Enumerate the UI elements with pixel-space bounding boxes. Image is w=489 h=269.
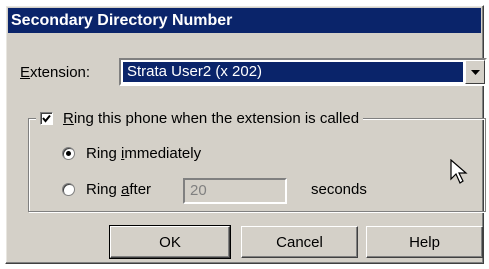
seconds-label: seconds <box>311 181 367 198</box>
ring-after-option[interactable]: Ring after <box>62 181 151 198</box>
secondary-directory-number-dialog: Secondary Directory Number Extension: St… <box>5 5 487 264</box>
ring-phone-checkbox[interactable] <box>40 111 53 125</box>
ring-phone-checkbox-row[interactable]: Ring this phone when the extension is ca… <box>36 108 364 128</box>
ring-after-seconds-input[interactable]: 20 <box>183 178 287 204</box>
ring-after-radio[interactable] <box>62 183 75 196</box>
extension-selected-value: Strata User2 (x 202) <box>123 62 463 82</box>
ok-button[interactable]: OK <box>109 225 231 259</box>
help-button[interactable]: Help <box>366 226 483 258</box>
ring-immediately-radio[interactable] <box>62 147 75 160</box>
extension-label: Extension: <box>20 64 91 81</box>
chevron-down-icon <box>470 69 480 75</box>
ring-after-label: Ring after <box>86 181 152 198</box>
mouse-pointer-icon <box>450 159 468 184</box>
ring-immediately-label: Ring immediately <box>86 145 202 162</box>
cancel-button[interactable]: Cancel <box>241 226 358 258</box>
checkmark-icon <box>42 114 51 123</box>
ring-phone-label: Ring this phone when the extension is ca… <box>63 109 360 127</box>
extension-select[interactable]: Strata User2 (x 202) <box>119 58 487 86</box>
dialog-title: Secondary Directory Number <box>8 8 481 33</box>
ring-immediately-option[interactable]: Ring immediately <box>62 145 201 162</box>
dropdown-button[interactable] <box>465 60 485 84</box>
